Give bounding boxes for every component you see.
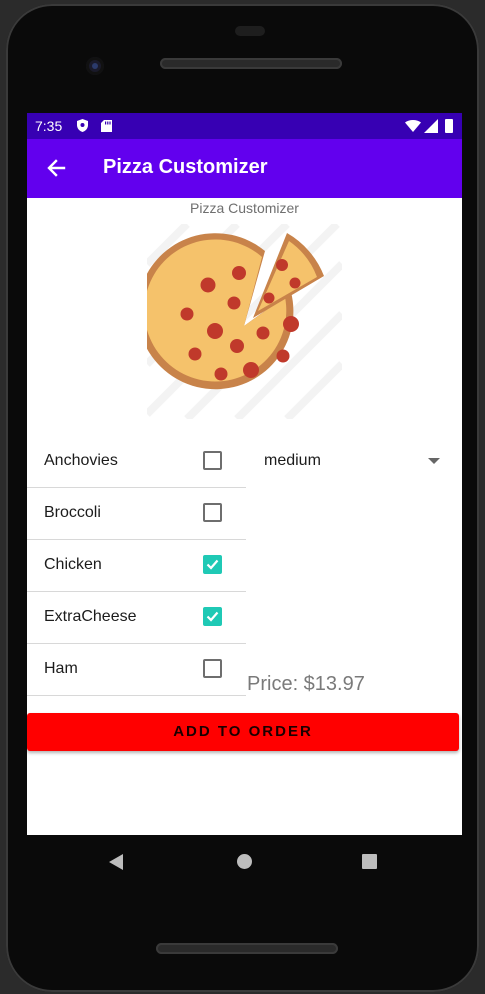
topping-checkbox[interactable] xyxy=(203,503,222,522)
status-time: 7:35 xyxy=(35,118,63,134)
topping-label: Chicken xyxy=(44,556,102,573)
navigation-bar xyxy=(27,835,462,887)
add-to-order-button[interactable]: ADD TO ORDER xyxy=(27,713,459,751)
topping-checkbox[interactable] xyxy=(203,659,222,678)
topping-row-extracheese[interactable]: ExtraCheese xyxy=(27,592,246,644)
price-label: Price: $13.97 xyxy=(247,673,365,695)
shield-icon xyxy=(77,119,88,132)
checkmark-icon xyxy=(206,559,219,570)
pizza-icon xyxy=(147,224,342,419)
checkmark-icon xyxy=(206,611,219,622)
earpiece-speaker xyxy=(160,58,342,69)
signal-icon xyxy=(424,119,438,133)
topping-label: Ham xyxy=(44,660,78,677)
wifi-icon xyxy=(405,120,421,132)
nav-home-icon[interactable] xyxy=(237,854,252,869)
content-header: Pizza Customizer xyxy=(190,200,299,216)
topping-row-broccoli[interactable]: Broccoli xyxy=(27,488,246,540)
topping-checkbox[interactable] xyxy=(203,451,222,470)
bottom-speaker xyxy=(156,943,338,954)
topping-checkbox[interactable] xyxy=(203,555,222,574)
top-sensor xyxy=(235,26,265,36)
dropdown-arrow-icon xyxy=(428,458,440,464)
topping-checkbox[interactable] xyxy=(203,607,222,626)
topping-row-anchovies[interactable]: Anchovies xyxy=(27,436,246,488)
topping-label: Broccoli xyxy=(44,504,101,521)
size-spinner[interactable]: medium xyxy=(249,436,449,487)
sd-card-icon xyxy=(101,120,112,132)
app-bar: Pizza Customizer xyxy=(27,139,462,198)
app-title: Pizza Customizer xyxy=(103,156,268,178)
topping-row-ham[interactable]: Ham xyxy=(27,644,246,696)
status-bar: 7:35 xyxy=(27,113,462,139)
nav-recents-icon[interactable] xyxy=(362,854,377,869)
topping-label: Anchovies xyxy=(44,452,118,469)
battery-icon xyxy=(445,119,453,133)
front-camera xyxy=(86,57,104,75)
arrow-back-icon[interactable] xyxy=(41,155,71,183)
nav-back-icon[interactable] xyxy=(109,854,123,870)
topping-row-chicken[interactable]: Chicken xyxy=(27,540,246,592)
topping-label: ExtraCheese xyxy=(44,608,137,625)
size-selected-value: medium xyxy=(264,452,321,469)
app-screen: 7:35 Pizza Customizer Pizza Customizer A… xyxy=(27,113,462,835)
topping-list: Anchovies Broccoli Chicken ExtraCheese H… xyxy=(27,436,246,696)
